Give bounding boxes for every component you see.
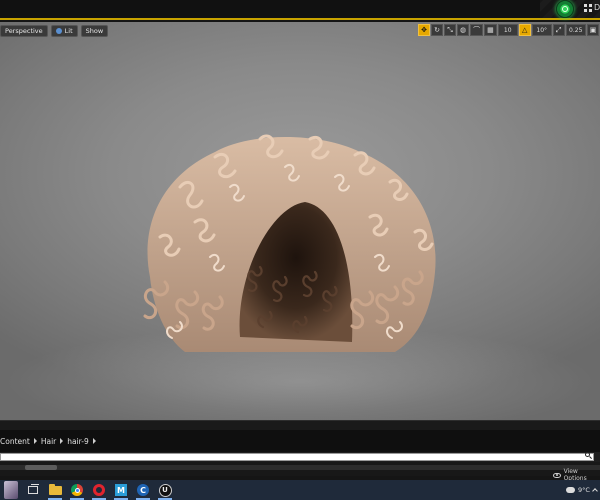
coordinate-space-button[interactable]: ◍ (457, 24, 470, 36)
grid-snap-value[interactable]: 10 (497, 24, 518, 36)
opera-icon (93, 484, 105, 496)
scale-snap-toggle[interactable]: ⤢ (552, 24, 565, 36)
chevron-up-icon[interactable] (592, 488, 598, 494)
system-tray: 9°C (564, 480, 598, 500)
perspective-label: Perspective (5, 27, 43, 35)
taskbar-chrome[interactable] (66, 480, 88, 500)
folder-icon (48, 483, 62, 495)
search-strip (0, 452, 600, 462)
start-avatar-icon (4, 481, 18, 499)
viewport-toolbar-left: Perspective Lit Show (0, 25, 109, 37)
task-view-button[interactable] (22, 480, 44, 500)
temperature-label[interactable]: 9°C (578, 486, 590, 494)
grid-icon (584, 3, 592, 12)
level-viewport[interactable]: Perspective Lit Show ✥ ↻ ⤡ ◍ ⌒ ▦ 10 △ 10… (0, 22, 600, 420)
taskbar-opera[interactable] (88, 480, 110, 500)
breadcrumb-hair[interactable]: Hair (41, 437, 56, 446)
rotate-icon: ↻ (434, 25, 440, 34)
content-browser-header (0, 420, 600, 430)
taskbar-unreal-engine[interactable]: U (154, 480, 176, 500)
surface-snap-icon: ⌒ (473, 25, 481, 34)
grid-snap-icon: ▦ (487, 25, 494, 34)
eye-icon (553, 472, 561, 478)
surface-snap-button[interactable]: ⌒ (470, 24, 484, 36)
taskbar-file-explorer[interactable] (44, 480, 66, 500)
breadcrumb-arrow-icon[interactable] (33, 438, 37, 444)
weather-cloud-icon[interactable] (564, 484, 575, 493)
windows-taskbar: M C U (0, 480, 600, 500)
top-right-menu[interactable]: DC (584, 3, 600, 12)
taskbar-c-app[interactable]: C (132, 480, 154, 500)
breadcrumb-arrow-icon[interactable] (92, 438, 96, 444)
perspective-button[interactable]: Perspective (0, 25, 48, 37)
horizontal-scrollbar[interactable] (0, 465, 600, 470)
show-button[interactable]: Show (80, 25, 109, 37)
viewport-toolbar-right: ✥ ↻ ⤡ ◍ ⌒ ▦ 10 △ 10° ⤢ 0.25 ▣ 2 ▫ (418, 24, 600, 36)
camera-speed-button[interactable]: ▣ (586, 24, 600, 36)
rotation-snap-value[interactable]: 10° (531, 24, 552, 36)
camera-icon: ▣ (589, 25, 597, 34)
scale-snap-value-label: 0.25 (569, 26, 583, 34)
breadcrumb-content[interactable]: Content (0, 437, 30, 446)
translate-mode-button[interactable]: ✥ (418, 24, 430, 36)
rotate-mode-button[interactable]: ↻ (431, 24, 443, 36)
search-input[interactable] (0, 453, 594, 461)
content-browser-footer: View Options (0, 462, 600, 482)
m-app-icon: M (115, 484, 127, 496)
start-button[interactable] (0, 480, 22, 500)
scale-snap-value[interactable]: 0.25 (565, 24, 586, 36)
scale-snap-icon: ⤢ (555, 25, 562, 34)
breadcrumb: Content Hair hair-9 (0, 430, 600, 452)
scale-mode-button[interactable]: ⤡ (444, 24, 456, 36)
lit-sphere-icon (55, 28, 62, 34)
editor-top-bar: DC (0, 0, 600, 20)
task-view-icon (28, 484, 39, 494)
taskbar-m-app[interactable]: M (110, 480, 132, 500)
chrome-icon (71, 484, 83, 496)
active-tab-underline (0, 18, 600, 20)
show-label: Show (85, 27, 104, 35)
c-app-icon: C (137, 484, 149, 496)
grid-snap-value-label: 10 (503, 26, 512, 34)
lit-label: Lit (64, 27, 73, 35)
lit-button[interactable]: Lit (50, 25, 78, 37)
grid-snap-toggle[interactable]: ▦ (484, 24, 497, 36)
scale-icon: ⤡ (447, 25, 453, 34)
hair-asset-preview[interactable] (120, 107, 460, 387)
breadcrumb-hair-9[interactable]: hair-9 (67, 437, 89, 446)
globe-icon: ◍ (460, 25, 467, 34)
source-control-button[interactable] (553, 0, 577, 18)
rotation-snap-value-label: 10° (536, 26, 548, 34)
scrollbar-thumb[interactable] (25, 465, 57, 470)
breadcrumb-arrow-icon[interactable] (60, 438, 64, 444)
rotation-snap-toggle[interactable]: △ (518, 24, 531, 36)
translate-icon: ✥ (421, 25, 427, 34)
rotation-snap-icon: △ (522, 25, 528, 34)
search-icon[interactable] (584, 452, 592, 460)
source-control-icon (556, 0, 574, 18)
top-bar-plate (0, 0, 540, 20)
top-right-label: DC (594, 3, 600, 12)
unreal-engine-icon: U (158, 483, 172, 497)
